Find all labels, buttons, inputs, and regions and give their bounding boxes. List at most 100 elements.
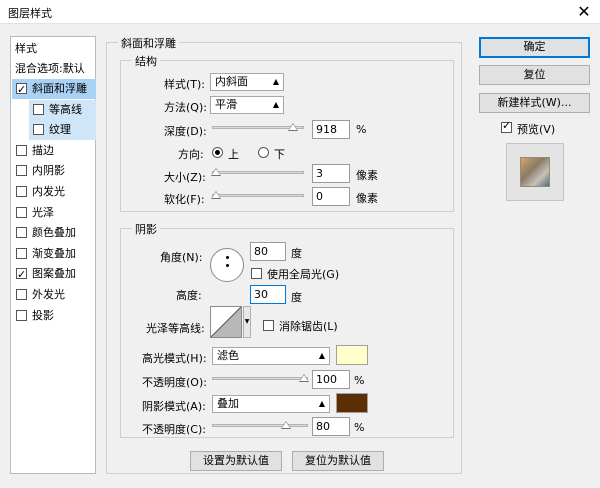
style-item-label: 渐变叠加 [32,246,76,260]
direction-label: 方向: [178,148,204,161]
altitude-input[interactable]: 30 [250,285,286,304]
highlight-mode-value: 滤色 [217,349,239,362]
updown-arrow-icon: ▲ [318,399,325,408]
updown-arrow-icon: ▲ [272,100,279,109]
highlight-opacity-track[interactable] [212,377,308,380]
size-input[interactable]: 3 [312,164,350,183]
gloss-contour-picker[interactable] [210,306,242,338]
close-icon[interactable]: ✕ [574,2,594,22]
style-item-5[interactable]: 内发光 [12,182,96,202]
size-slider-track[interactable] [212,171,304,174]
style-value: 内斜面 [215,75,248,88]
style-item-4[interactable]: 内阴影 [12,161,96,181]
blending-options-item[interactable]: 混合选项:默认 [12,59,96,79]
style-item-checkbox[interactable] [16,227,27,239]
style-item-label: 光泽 [32,205,54,219]
angle-unit: 度 [291,247,302,260]
contour-dropdown-arrow-icon[interactable]: ▼ [243,306,251,338]
ok-button[interactable]: 确定 [479,37,590,58]
depth-label: 深度(D): [164,125,207,138]
style-item-1[interactable]: 等高线 [29,99,96,120]
depth-slider-thumb[interactable] [288,123,299,131]
style-item-2[interactable]: 纹理 [29,120,96,141]
highlight-color-swatch[interactable] [336,345,368,365]
bevel-emboss-title: 斜面和浮雕 [118,35,179,51]
angle-dial[interactable] [210,248,244,282]
style-item-checkbox[interactable] [33,124,44,136]
global-light-checkbox[interactable] [251,268,262,279]
style-item-label: 内阴影 [32,164,65,178]
style-item-10[interactable]: 外发光 [12,285,96,305]
direction-down-radio[interactable] [258,147,269,158]
reset-default-button[interactable]: 复位为默认值 [292,451,384,471]
shadow-mode-value: 叠加 [217,397,239,410]
style-item-checkbox[interactable] [16,309,27,321]
style-item-checkbox[interactable] [16,144,27,156]
technique-value: 平滑 [215,98,237,111]
highlight-mode-dropdown[interactable]: 滤色 ▲ [212,347,330,365]
altitude-label: 高度: [176,289,202,302]
highlight-opacity-thumb[interactable] [299,374,309,382]
style-item-11[interactable]: 投影 [12,306,96,326]
shadow-color-swatch[interactable] [336,393,368,413]
style-item-checkbox[interactable] [16,80,27,100]
soften-slider-track[interactable] [212,194,304,197]
style-item-6[interactable]: 光泽 [12,203,96,223]
preview-label: 预览(V) [517,123,556,136]
window-title: 图层样式 [8,7,52,20]
style-item-checkbox[interactable] [16,165,27,177]
style-item-label: 纹理 [49,123,71,137]
style-item-checkbox[interactable] [16,289,27,300]
style-item-checkbox[interactable] [16,265,27,285]
soften-unit: 像素 [356,192,378,205]
title-bar [0,0,600,24]
shadow-opacity-thumb[interactable] [281,421,292,429]
style-item-label: 内发光 [32,185,65,198]
soften-slider-thumb[interactable] [211,191,221,199]
shadow-opacity-track[interactable] [212,424,308,427]
preview-thumbnail [506,143,564,201]
style-item-3[interactable]: 描边 [12,141,96,161]
size-label: 大小(Z): [164,171,206,184]
soften-input[interactable]: 0 [312,187,350,206]
styles-list: 样式 混合选项:默认 斜面和浮雕等高线纹理描边内阴影内发光光泽颜色叠加渐变叠加图… [10,36,96,474]
direction-up-radio[interactable] [212,147,223,158]
technique-dropdown[interactable]: 平滑 ▲ [210,96,284,114]
soften-label: 软化(F): [164,193,205,206]
contour-curve-icon [211,307,241,337]
reset-button[interactable]: 复位 [479,65,590,85]
style-item-7[interactable]: 颜色叠加 [12,223,96,243]
style-item-label: 斜面和浮雕 [32,82,87,95]
highlight-opacity-label: 不透明度(O): [142,376,207,389]
style-item-checkbox[interactable] [16,206,27,218]
size-unit: 像素 [356,169,378,182]
direction-down-label: 下 [274,148,285,161]
anti-alias-checkbox[interactable] [263,320,274,331]
updown-arrow-icon: ▲ [272,77,279,86]
shadow-mode-dropdown[interactable]: 叠加 ▲ [212,395,330,413]
style-item-8[interactable]: 渐变叠加 [12,244,96,264]
highlight-opacity-input[interactable]: 100 [312,370,350,389]
preview-checkbox[interactable] [501,119,512,133]
style-item-label: 颜色叠加 [32,226,76,240]
style-item-0[interactable]: 斜面和浮雕 [12,79,96,100]
make-default-button[interactable]: 设置为默认值 [190,451,282,471]
angle-label: 角度(N): [160,251,203,264]
gloss-contour-label: 光泽等高线: [146,322,205,335]
angle-indicator [226,256,229,259]
shadow-opacity-unit: % [354,421,365,434]
style-item-checkbox[interactable] [16,186,27,197]
global-light-label: 使用全局光(G) [267,268,340,281]
shadow-opacity-input[interactable]: 80 [312,417,350,436]
new-style-button[interactable]: 新建样式(W)... [479,93,590,113]
size-slider-thumb[interactable] [211,168,221,176]
depth-input[interactable]: 918 [312,120,350,139]
angle-input[interactable]: 80 [250,242,286,261]
style-item-9[interactable]: 图案叠加 [12,264,96,285]
style-label: 样式(T): [164,78,206,91]
style-item-checkbox[interactable] [16,247,27,259]
style-item-checkbox[interactable] [33,103,44,115]
preview-image [520,157,550,187]
style-dropdown[interactable]: 内斜面 ▲ [210,73,284,91]
technique-label: 方法(Q): [164,101,207,114]
